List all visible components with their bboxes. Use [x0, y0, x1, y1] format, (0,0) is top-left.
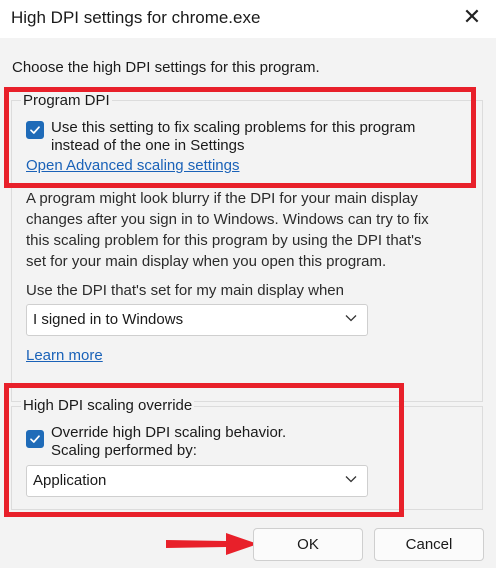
description-line-4: set for your main display when you open … — [26, 253, 387, 270]
scaling-performed-value: Application — [33, 472, 107, 489]
override-label: High DPI scaling override — [21, 397, 195, 414]
chevron-down-icon — [345, 315, 357, 322]
program-dpi-label: Program DPI — [21, 92, 112, 109]
cancel-button[interactable]: Cancel — [374, 528, 484, 561]
checkmark-icon — [30, 435, 40, 443]
fix-scaling-checkbox[interactable] — [26, 121, 44, 139]
window-title: High DPI settings for chrome.exe — [11, 8, 261, 27]
dialog-content: Choose the high DPI settings for this pr… — [0, 38, 496, 568]
arrow-right-icon — [166, 533, 258, 555]
fix-scaling-label-line2: instead of the one in Settings — [51, 137, 245, 154]
close-icon[interactable]: ✕ — [460, 4, 484, 30]
dpi-when-label: Use the DPI that's set for my main displ… — [26, 282, 344, 299]
description-line-2: changes after you sign in to Windows. Wi… — [26, 211, 429, 228]
description-line-3: this scaling problem for this program by… — [26, 232, 422, 249]
title-bar: High DPI settings for chrome.exe ✕ — [0, 0, 496, 38]
ok-button[interactable]: OK — [253, 528, 363, 561]
dpi-when-value: I signed in to Windows — [33, 311, 184, 328]
learn-more-link[interactable]: Learn more — [26, 347, 103, 364]
description-line-1: A program might look blurry if the DPI f… — [26, 190, 418, 207]
override-label-line2: Scaling performed by: — [51, 442, 197, 459]
override-label-line1: Override high DPI scaling behavior. — [51, 424, 287, 441]
checkmark-icon — [30, 126, 40, 134]
dpi-when-dropdown[interactable]: I signed in to Windows — [26, 304, 368, 336]
chevron-down-icon — [345, 476, 357, 483]
override-checkbox[interactable] — [26, 430, 44, 448]
fix-scaling-label-line1: Use this setting to fix scaling problems… — [51, 119, 416, 136]
scaling-performed-dropdown[interactable]: Application — [26, 465, 368, 497]
intro-text: Choose the high DPI settings for this pr… — [12, 59, 320, 76]
advanced-scaling-link[interactable]: Open Advanced scaling settings — [26, 157, 239, 174]
